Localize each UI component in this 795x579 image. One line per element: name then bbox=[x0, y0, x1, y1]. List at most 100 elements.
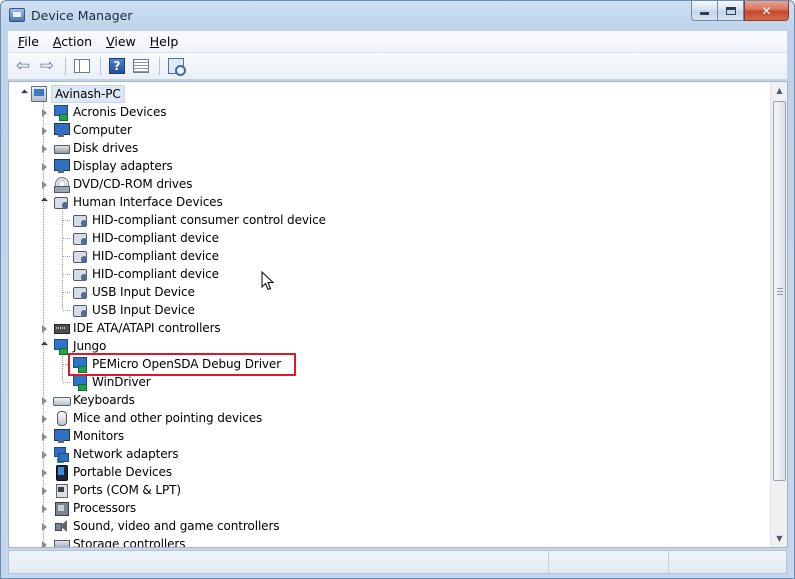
minimize-button[interactable] bbox=[691, 1, 718, 21]
tree-item-usb-input-device[interactable]: USB Input Device bbox=[72, 301, 195, 319]
portable-device-icon bbox=[53, 464, 69, 481]
device-tree[interactable]: Avinash-PC Acronis Devices Computer Disk… bbox=[9, 82, 770, 547]
tree-item-human-interface-devices[interactable]: Human Interface Devices bbox=[53, 193, 223, 211]
expand-toggle[interactable] bbox=[40, 108, 49, 117]
title-bar[interactable]: Device Manager ✕ bbox=[1, 1, 794, 31]
back-button[interactable]: ⇦ bbox=[12, 56, 34, 76]
tree-item-processors[interactable]: Processors bbox=[53, 499, 136, 517]
expand-toggle[interactable] bbox=[40, 162, 49, 171]
tree-root-label: Avinash-PC bbox=[51, 85, 125, 103]
maximize-button[interactable] bbox=[718, 1, 744, 21]
menu-action-label: ction bbox=[61, 34, 93, 49]
tree-item-label: HID-compliant device bbox=[92, 231, 219, 245]
expand-toggle[interactable] bbox=[40, 450, 49, 459]
tree-item-label: Mice and other pointing devices bbox=[73, 411, 263, 425]
close-icon: ✕ bbox=[761, 3, 772, 18]
show-hide-console-tree-button[interactable] bbox=[71, 56, 93, 76]
expand-toggle[interactable] bbox=[40, 504, 49, 513]
tree-connector bbox=[63, 382, 71, 383]
storage-controller-icon bbox=[53, 536, 70, 547]
scan-hardware-changes-button[interactable] bbox=[165, 56, 187, 76]
chevron-up-icon: ▲ bbox=[776, 86, 783, 95]
hid-icon bbox=[72, 230, 88, 246]
tree-item-hid-compliant-device[interactable]: HID-compliant device bbox=[72, 247, 219, 265]
tree-item-mice-and-pointing-devices[interactable]: Mice and other pointing devices bbox=[53, 409, 262, 427]
tree-item-label: HID-compliant consumer control device bbox=[92, 213, 326, 227]
collapse-toggle[interactable] bbox=[40, 198, 49, 207]
expand-toggle[interactable] bbox=[40, 468, 49, 477]
tree-connector bbox=[63, 292, 71, 293]
tree-item-sound-video-game-controllers[interactable]: Sound, video and game controllers bbox=[53, 517, 280, 535]
tree-item-ports-com-lpt[interactable]: Ports (COM & LPT) bbox=[53, 481, 181, 499]
tree-item-label: Portable Devices bbox=[73, 465, 172, 479]
tree-item-disk-drives[interactable]: Disk drives bbox=[53, 139, 138, 157]
toolbar-separator bbox=[65, 57, 66, 75]
tree-item-computer[interactable]: Computer bbox=[53, 121, 132, 139]
expand-toggle[interactable] bbox=[40, 414, 49, 423]
expand-toggle[interactable] bbox=[40, 522, 49, 531]
vertical-scrollbar[interactable]: ▲ ▼ bbox=[770, 82, 787, 547]
tree-item-hid-compliant-device[interactable]: HID-compliant device bbox=[72, 265, 219, 283]
tree-item-usb-input-device[interactable]: USB Input Device bbox=[72, 283, 195, 301]
hid-icon bbox=[53, 194, 69, 210]
tree-item-ide-ata-atapi-controllers[interactable]: IDE ATA/ATAPI controllers bbox=[53, 319, 221, 337]
menu-view[interactable]: View bbox=[99, 34, 143, 49]
tree-item-label: Computer bbox=[73, 123, 132, 137]
expand-toggle[interactable] bbox=[40, 486, 49, 495]
properties-button[interactable] bbox=[130, 56, 152, 76]
tree-item-label: Acronis Devices bbox=[73, 105, 167, 119]
expand-toggle[interactable] bbox=[40, 180, 49, 189]
device-manager-app-icon[interactable] bbox=[9, 8, 25, 22]
menu-file[interactable]: File bbox=[11, 34, 46, 49]
tree-item-label: WinDriver bbox=[92, 375, 151, 389]
tree-item-label: USB Input Device bbox=[92, 303, 195, 317]
tree-item-portable-devices[interactable]: Portable Devices bbox=[53, 463, 172, 481]
hid-icon bbox=[72, 266, 88, 282]
menu-action-accel: A bbox=[52, 34, 62, 49]
menu-help[interactable]: Help bbox=[143, 34, 186, 49]
tree-item-dvd-cd-rom-drives[interactable]: DVD/CD-ROM drives bbox=[53, 175, 192, 193]
menu-help-accel: H bbox=[149, 34, 160, 49]
tree-item-hid-consumer-control-device[interactable]: HID-compliant consumer control device bbox=[72, 211, 326, 229]
grip-icon bbox=[777, 288, 783, 295]
scrollbar-thumb[interactable] bbox=[773, 101, 786, 481]
menu-action[interactable]: Action bbox=[46, 34, 99, 49]
computer-root-icon bbox=[31, 86, 47, 102]
tree-connector bbox=[63, 220, 71, 221]
root-collapse-toggle[interactable] bbox=[20, 90, 29, 99]
tree-item-hid-compliant-device[interactable]: HID-compliant device bbox=[72, 229, 219, 247]
window-title: Device Manager bbox=[31, 8, 133, 23]
show-hide-console-tree-icon bbox=[74, 59, 90, 73]
status-pane bbox=[669, 551, 779, 573]
tree-item-monitors[interactable]: Monitors bbox=[53, 427, 124, 445]
scroll-down-button[interactable]: ▼ bbox=[771, 530, 787, 547]
ports-icon bbox=[53, 482, 69, 498]
collapse-toggle[interactable] bbox=[40, 342, 49, 351]
forward-button[interactable]: ⇨ bbox=[36, 56, 58, 76]
tree-item-keyboards[interactable]: Keyboards bbox=[53, 391, 135, 409]
expand-toggle[interactable] bbox=[40, 324, 49, 333]
close-button[interactable]: ✕ bbox=[744, 1, 789, 21]
tree-item-label: Monitors bbox=[73, 429, 125, 443]
tree-item-display-adapters[interactable]: Display adapters bbox=[53, 157, 173, 175]
tree-item-network-adapters[interactable]: Network adapters bbox=[53, 445, 179, 463]
help-button[interactable]: ? bbox=[106, 56, 128, 76]
tree-item-storage-controllers[interactable]: Storage controllers bbox=[53, 535, 185, 547]
toolbar-separator bbox=[100, 57, 101, 75]
device-tree-panel: Avinash-PC Acronis Devices Computer Disk… bbox=[8, 81, 788, 548]
monitor-icon bbox=[53, 428, 70, 444]
network-adapter-icon bbox=[53, 446, 69, 462]
expand-toggle[interactable] bbox=[40, 432, 49, 441]
tree-root-avinash-pc[interactable]: Avinash-PC bbox=[31, 85, 125, 103]
chevron-down-icon: ▼ bbox=[776, 534, 783, 543]
expand-toggle[interactable] bbox=[40, 144, 49, 153]
toolbar: ⇦ ⇨ ? bbox=[8, 53, 787, 80]
menu-help-label: elp bbox=[159, 34, 179, 49]
expand-toggle[interactable] bbox=[40, 396, 49, 405]
scroll-up-button[interactable]: ▲ bbox=[771, 82, 787, 99]
status-bar bbox=[8, 550, 787, 574]
expand-toggle[interactable] bbox=[40, 540, 49, 547]
expand-toggle[interactable] bbox=[40, 126, 49, 135]
menu-file-label: ile bbox=[24, 34, 39, 49]
tree-item-acronis-devices[interactable]: Acronis Devices bbox=[53, 103, 167, 121]
